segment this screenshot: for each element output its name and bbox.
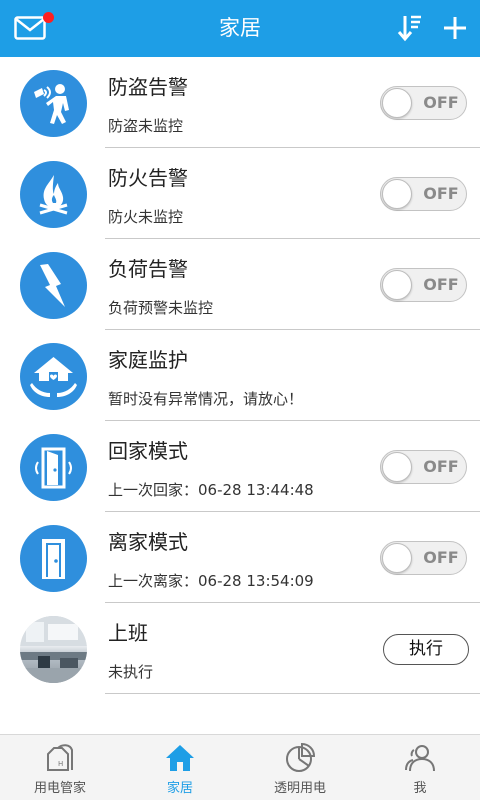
item-name: 防盗告警: [108, 75, 188, 99]
fire-alarm-toggle[interactable]: OFF: [380, 177, 467, 211]
tab-label: 家居: [166, 781, 193, 796]
item-status: 负荷预警未监控: [108, 299, 214, 317]
toggle-knob: [382, 543, 412, 573]
sort-button[interactable]: [396, 14, 424, 42]
tab-home[interactable]: 家居: [120, 735, 240, 800]
item-name: 回家模式: [108, 439, 188, 463]
toggle-label: OFF: [423, 184, 459, 203]
door-leave-icon: [20, 525, 87, 592]
tab-label: 我: [413, 781, 427, 796]
user-icon: [405, 745, 435, 772]
execute-button[interactable]: 执行: [383, 634, 469, 665]
plus-icon: [444, 17, 466, 39]
toggle-label: OFF: [423, 93, 459, 112]
list-item[interactable]: 家庭监护 暂时没有异常情况，请放心！: [0, 330, 480, 421]
pie-chart-icon: [286, 742, 316, 772]
list-item[interactable]: 离家模式 上一次离家：06-28 13:54:09 OFF: [0, 512, 480, 603]
tab-label: 用电管家: [33, 781, 86, 796]
app-header: 家居: [0, 0, 480, 57]
list-item[interactable]: 回家模式 上一次回家：06-28 13:44:48 OFF: [0, 421, 480, 512]
device-list: 防盗告警 防盗未监控 OFF 防火告警 防火未监控 OFF 负荷告警 负荷预警未…: [0, 57, 480, 694]
item-name: 负荷告警: [108, 257, 188, 281]
item-status: 防火未监控: [108, 208, 184, 226]
item-name: 离家模式: [108, 530, 188, 554]
home-icon: [166, 745, 194, 771]
toggle-knob: [382, 88, 412, 118]
list-item[interactable]: 防火告警 防火未监控 OFF: [0, 148, 480, 239]
svg-text:H: H: [58, 760, 63, 768]
item-status: 暂时没有异常情况，请放心！: [108, 390, 304, 408]
toggle-knob: [382, 270, 412, 300]
item-name: 家庭监护: [108, 348, 188, 372]
tab-power-manager[interactable]: H 用电管家: [0, 735, 120, 800]
item-status: 未执行: [108, 663, 154, 681]
list-item[interactable]: 防盗告警 防盗未监控 OFF: [0, 57, 480, 148]
sort-down-icon: [397, 15, 421, 42]
burglar-icon: [20, 70, 87, 137]
item-status: 防盗未监控: [108, 117, 184, 135]
add-button[interactable]: [442, 14, 468, 42]
tab-transparent-power[interactable]: 透明用电: [240, 735, 360, 800]
house-meter-icon: H: [47, 744, 73, 771]
list-item[interactable]: 负荷告警 负荷预警未监控 OFF: [0, 239, 480, 330]
door-return-icon: [20, 434, 87, 501]
item-name: 防火告警: [108, 166, 188, 190]
item-name: 上班: [108, 621, 148, 645]
item-status: 上一次回家：06-28 13:44:48: [108, 481, 314, 499]
burglar-alarm-toggle[interactable]: OFF: [380, 86, 467, 120]
tab-me[interactable]: 我: [360, 735, 480, 800]
toggle-knob: [382, 452, 412, 482]
home-care-icon: [20, 343, 87, 410]
toggle-label: OFF: [423, 275, 459, 294]
lightning-icon: [20, 252, 87, 319]
load-alarm-toggle[interactable]: OFF: [380, 268, 467, 302]
leave-mode-toggle[interactable]: OFF: [380, 541, 467, 575]
tab-label: 透明用电: [273, 781, 326, 796]
toggle-label: OFF: [423, 548, 459, 567]
office-photo: [20, 616, 87, 683]
toggle-knob: [382, 179, 412, 209]
fire-icon: [20, 161, 87, 228]
divider: [105, 693, 480, 694]
toggle-label: OFF: [423, 457, 459, 476]
bottom-tab-bar: H 用电管家 家居 透明用电 我: [0, 734, 480, 800]
item-status: 上一次离家：06-28 13:54:09: [108, 572, 314, 590]
return-mode-toggle[interactable]: OFF: [380, 450, 467, 484]
list-item[interactable]: 上班 未执行 执行: [0, 603, 480, 694]
